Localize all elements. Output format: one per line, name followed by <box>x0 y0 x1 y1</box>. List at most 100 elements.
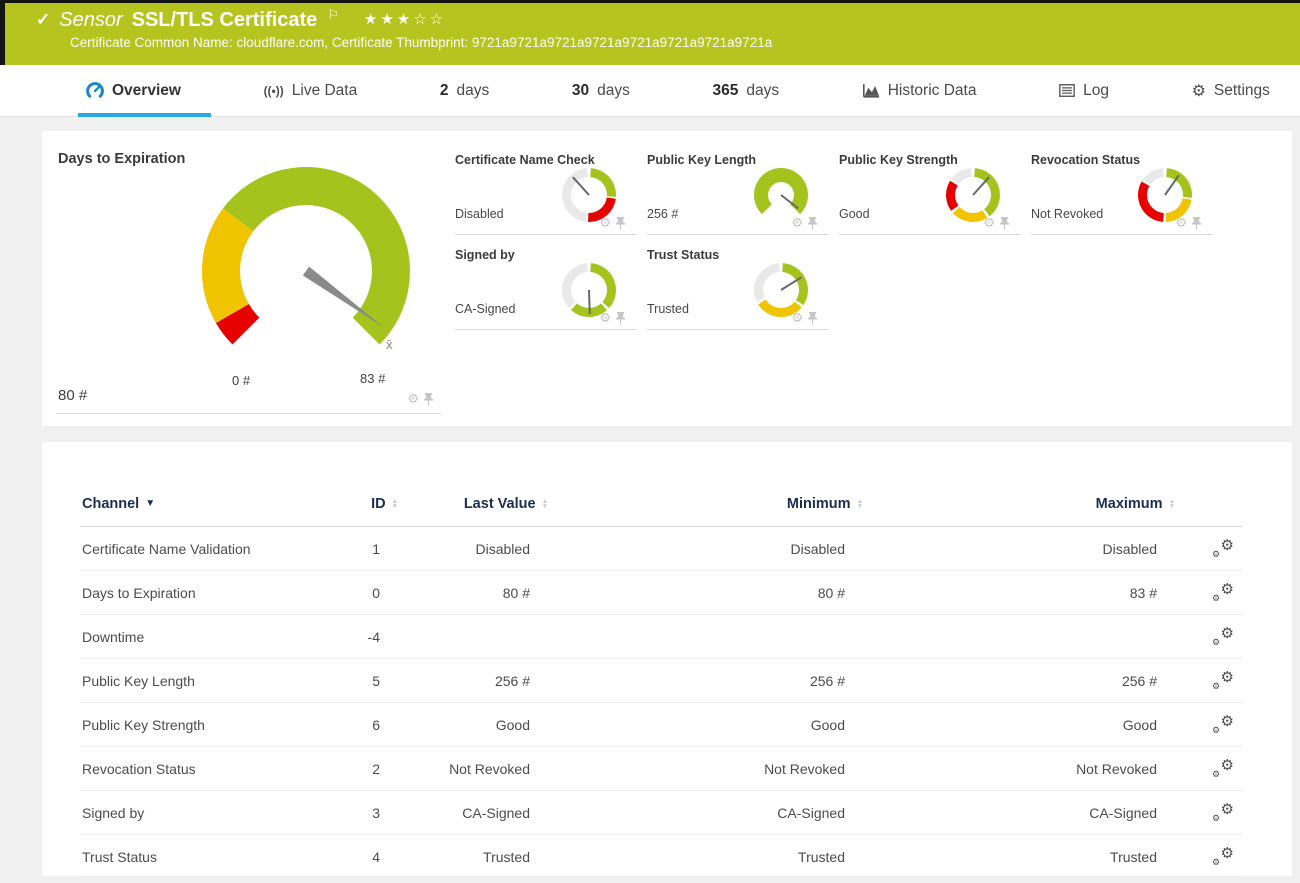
sort-neutral-icon[interactable]: ▲▼ <box>857 499 863 510</box>
tab-log[interactable]: Log <box>1059 65 1109 117</box>
gauge-tile-revocation-status: Revocation StatusNot Revoked⚙ <box>1031 150 1213 235</box>
gear-icon: ⚙ <box>1221 536 1234 554</box>
channel-maximum: 256 # <box>885 673 1197 689</box>
channel-id: 2 <box>345 761 420 777</box>
tab-overview[interactable]: Overview <box>86 65 181 117</box>
column-header-max[interactable]: Maximum▲▼ <box>885 496 1197 512</box>
gear-icon[interactable]: ⚙ <box>791 215 803 231</box>
tab-365-days[interactable]: 365days <box>712 65 779 117</box>
tab-30-days[interactable]: 30 days <box>572 65 630 117</box>
tab-number: 30 <box>572 82 589 100</box>
pin-icon[interactable] <box>616 312 625 325</box>
table-row: Downtime-4 ⚙⚙ <box>80 615 1242 659</box>
channel-minimum: Trusted <box>570 849 885 865</box>
tab-label: days <box>597 82 630 100</box>
channel-gear-cell: ⚙⚙ <box>1197 627 1242 646</box>
gauge-value: Good <box>839 207 870 221</box>
channel-name[interactable]: Public Key Strength <box>80 717 345 733</box>
gear-icon[interactable]: ⚙ <box>1175 215 1187 231</box>
column-header-min[interactable]: Minimum ▲▼ <box>570 496 885 512</box>
tab-live-data[interactable]: ((•)) Live Data <box>264 65 358 117</box>
gear-icon: ⚙ <box>1221 800 1234 818</box>
gear-icon: ⚙ <box>1221 844 1234 862</box>
column-header-label: Minimum <box>787 496 851 512</box>
channel-name[interactable]: Days to Expiration <box>80 585 345 601</box>
pin-icon[interactable] <box>1000 217 1009 230</box>
gear-icon[interactable]: ⚙ <box>407 391 419 407</box>
channel-settings-gear-icon[interactable]: ⚙⚙ <box>1212 627 1234 646</box>
channel-settings-gear-icon[interactable]: ⚙⚙ <box>1212 583 1234 602</box>
gauge-tile-days-to-expiration: Days to Expiration x̄ 0 # 83 # 80 # ⚙ <box>56 145 441 414</box>
gauge-tile-public-key-strength: Public Key StrengthGood⚙ <box>839 150 1021 235</box>
gauge-tile-public-key-length: Public Key Length256 #⚙ <box>647 150 829 235</box>
gear-icon[interactable]: ⚙ <box>983 215 995 231</box>
sort-down-arrow: ▼ <box>1169 504 1175 510</box>
channel-settings-gear-icon[interactable]: ⚙⚙ <box>1212 803 1234 822</box>
gear-icon-small: ⚙ <box>1212 593 1220 604</box>
channel-maximum: 83 # <box>885 585 1197 601</box>
gear-icon-small: ⚙ <box>1212 549 1220 560</box>
sort-neutral-icon[interactable]: ▲▼ <box>1169 499 1175 510</box>
pin-icon[interactable] <box>616 217 625 230</box>
channel-name[interactable]: Trust Status <box>80 849 345 865</box>
gear-icon: ⚙ <box>1221 712 1234 730</box>
gauge-scale-max: 83 # <box>360 371 385 386</box>
channel-last-value: 80 # <box>420 585 570 601</box>
channel-maximum: Disabled <box>885 541 1197 557</box>
channel-settings-gear-icon[interactable]: ⚙⚙ <box>1212 671 1234 690</box>
sensor-title-row: ✓ Sensor SSL/TLS Certificate ⚐ ★★★☆☆ <box>5 3 1300 32</box>
tab-historic-data[interactable]: Historic Data <box>862 65 977 117</box>
channel-last-value: Disabled <box>420 541 570 557</box>
channels-table-header: Channel▼ID▲▼Last Value▲▼Minimum▲▼Maximum… <box>80 482 1242 527</box>
channel-minimum: Not Revoked <box>570 761 885 777</box>
column-header-channel[interactable]: Channel▼ <box>80 496 345 512</box>
channel-last-value: Not Revoked <box>420 761 570 777</box>
channel-minimum: CA-Signed <box>570 805 885 821</box>
priority-stars[interactable]: ★★★☆☆ <box>364 10 446 28</box>
sort-neutral-icon[interactable]: ▲▼ <box>542 499 548 510</box>
channel-minimum: 80 # <box>570 585 885 601</box>
gear-icon[interactable]: ⚙ <box>599 310 611 326</box>
pin-icon[interactable] <box>808 217 817 230</box>
channel-settings-gear-icon[interactable]: ⚙⚙ <box>1212 715 1234 734</box>
channel-last-value: CA-Signed <box>420 805 570 821</box>
channel-settings-gear-icon[interactable]: ⚙⚙ <box>1212 847 1234 866</box>
pin-icon[interactable] <box>1192 217 1201 230</box>
gauges-panel: Days to Expiration x̄ 0 # 83 # 80 # ⚙ Ce… <box>42 131 1292 426</box>
pin-icon[interactable] <box>424 393 433 406</box>
channel-gear-cell: ⚙⚙ <box>1197 803 1242 822</box>
live-icon: ((•)) <box>264 84 284 98</box>
channel-settings-gear-icon[interactable]: ⚙⚙ <box>1212 759 1234 778</box>
channel-name[interactable]: Certificate Name Validation <box>80 541 345 557</box>
tab-label: Live Data <box>292 82 357 100</box>
column-header-last[interactable]: Last Value▲▼ <box>420 496 570 512</box>
channel-last-value: Trusted <box>420 849 570 865</box>
tile-tools: ⚙ <box>599 215 625 231</box>
table-row: Signed by3CA-SignedCA-SignedCA-Signed⚙⚙ <box>80 791 1242 835</box>
gear-icon[interactable]: ⚙ <box>791 310 803 326</box>
channel-id: -4 <box>345 629 420 645</box>
channel-minimum: Disabled <box>570 541 885 557</box>
gear-icon[interactable]: ⚙ <box>599 215 611 231</box>
days-to-expiration-gauge <box>186 151 426 391</box>
channel-name[interactable]: Public Key Length <box>80 673 345 689</box>
gauge-value: 256 # <box>647 207 678 221</box>
tab-2-days[interactable]: 2days <box>440 65 489 117</box>
channel-gear-cell: ⚙⚙ <box>1197 583 1242 602</box>
gauge-value: Disabled <box>455 207 504 221</box>
channel-settings-gear-icon[interactable]: ⚙⚙ <box>1212 539 1234 558</box>
column-header-id[interactable]: ID▲▼ <box>345 496 420 512</box>
sort-desc-icon[interactable]: ▼ <box>145 499 155 509</box>
gear-icon-small: ⚙ <box>1212 725 1220 736</box>
sensor-subtitle: Certificate Common Name: cloudflare.com,… <box>5 32 1300 50</box>
tab-settings[interactable]: ⚙Settings <box>1192 65 1270 117</box>
chart-icon <box>862 83 880 98</box>
channels-table-body: Certificate Name Validation1DisabledDisa… <box>80 527 1242 879</box>
channel-name[interactable]: Revocation Status <box>80 761 345 777</box>
tile-tools: ⚙ <box>983 215 1009 231</box>
sort-neutral-icon[interactable]: ▲▼ <box>392 499 398 510</box>
channel-name[interactable]: Signed by <box>80 805 345 821</box>
pin-icon[interactable] <box>808 312 817 325</box>
channel-name[interactable]: Downtime <box>80 629 345 645</box>
page-content: Days to Expiration x̄ 0 # 83 # 80 # ⚙ Ce… <box>0 117 1300 876</box>
